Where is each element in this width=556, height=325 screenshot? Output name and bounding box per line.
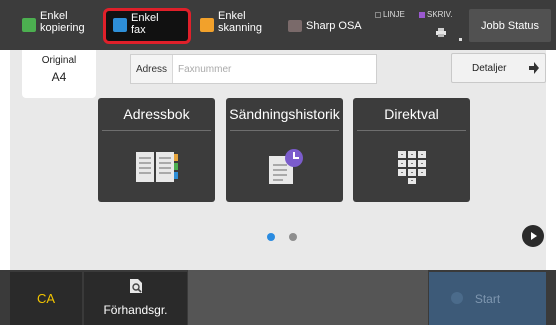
status-line-label: LINJE bbox=[383, 10, 405, 19]
speed-dial-keypad-icon bbox=[397, 151, 426, 184]
address-field: Adress bbox=[130, 54, 377, 84]
pager-dot[interactable] bbox=[289, 233, 297, 241]
tab-sharp-osa[interactable]: Sharp OSA bbox=[288, 10, 368, 42]
tab-label-line2: fax bbox=[131, 24, 146, 36]
tab-simple-copy[interactable]: Enkel kopiering bbox=[22, 10, 98, 42]
copy-icon bbox=[22, 18, 36, 32]
job-status-button[interactable]: Jobb Status bbox=[469, 9, 551, 42]
address-book-icon bbox=[135, 152, 178, 182]
sharp-osa-icon bbox=[288, 20, 302, 32]
speed-dial-button[interactable]: Direktval bbox=[353, 98, 470, 202]
scan-icon bbox=[200, 18, 214, 32]
speed-dial-label: Direktval bbox=[357, 98, 466, 131]
tab-label-line1: Enkel bbox=[218, 10, 246, 22]
address-book-button[interactable]: Adressbok bbox=[98, 98, 215, 202]
address-label[interactable]: Adress bbox=[131, 55, 173, 83]
original-size-button[interactable]: Original A4 bbox=[22, 50, 96, 98]
tab-label-line2: kopiering bbox=[40, 22, 85, 34]
preview-label: Förhandsgr. bbox=[103, 303, 168, 317]
original-label: Original bbox=[41, 55, 77, 66]
start-label: Start bbox=[474, 291, 501, 306]
arrow-right-icon bbox=[529, 62, 539, 74]
fax-icon bbox=[113, 18, 127, 32]
line-status-icon bbox=[375, 11, 381, 18]
start-icon bbox=[451, 292, 463, 304]
preview-magnifier-icon bbox=[130, 279, 142, 293]
address-book-label: Adressbok bbox=[102, 98, 211, 131]
start-button[interactable]: Start bbox=[429, 272, 546, 325]
send-history-button[interactable]: Sändningshistorik bbox=[226, 98, 343, 202]
print-status-icon bbox=[419, 11, 425, 18]
tab-label: Sharp OSA bbox=[306, 20, 362, 32]
tab-label-line1: Enkel bbox=[40, 10, 68, 22]
details-button[interactable]: Detaljer bbox=[451, 53, 546, 83]
tab-label-line2: skanning bbox=[218, 22, 263, 34]
pager-dot-active[interactable] bbox=[267, 233, 275, 241]
tab-simple-fax[interactable]: Enkel fax bbox=[103, 8, 191, 44]
play-arrow-icon bbox=[531, 232, 537, 240]
send-history-label: Sändningshistorik bbox=[229, 98, 340, 131]
clear-all-button[interactable]: CA bbox=[10, 272, 82, 325]
next-page-button[interactable] bbox=[522, 225, 544, 247]
fax-number-input[interactable] bbox=[173, 55, 376, 83]
tab-simple-scan[interactable]: Enkel skanning bbox=[200, 10, 280, 42]
send-history-icon bbox=[268, 149, 303, 184]
details-label: Detaljer bbox=[472, 62, 507, 74]
status-line: LINJE bbox=[375, 10, 405, 19]
bottom-bar-spacer bbox=[188, 270, 428, 325]
status-print-label: SKRIV. bbox=[427, 10, 453, 19]
preview-button[interactable]: Förhandsgr. bbox=[84, 272, 187, 325]
original-value: A4 bbox=[51, 70, 67, 84]
indicator-dot bbox=[459, 38, 462, 41]
tab-label-line1: Enkel bbox=[131, 12, 159, 24]
printer-icon bbox=[436, 28, 446, 37]
status-print: SKRIV. bbox=[419, 10, 453, 19]
